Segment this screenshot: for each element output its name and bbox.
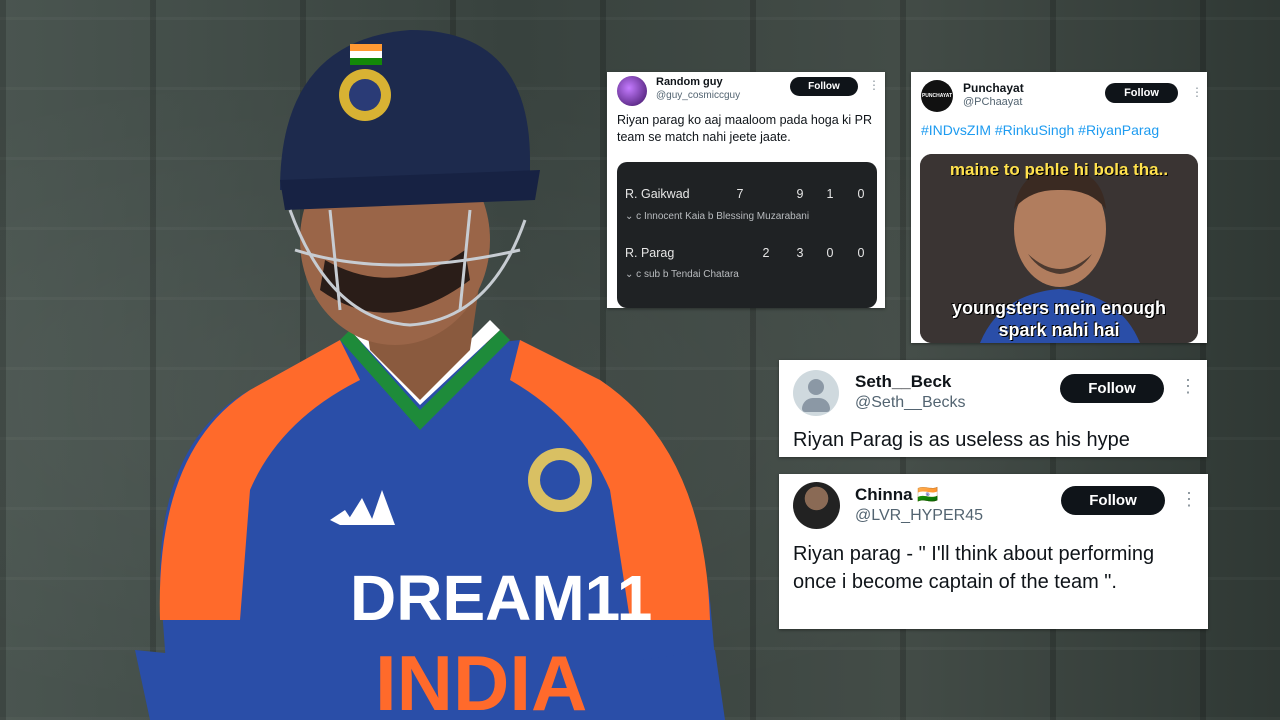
meme-top-caption: maine to pehle hi bola tha..	[949, 160, 1169, 179]
balls: 3	[796, 246, 804, 260]
sixes: 0	[857, 187, 865, 201]
follow-button[interactable]: Follow	[790, 77, 858, 96]
runs: 7	[736, 187, 744, 201]
author-name[interactable]: Chinna 🇮🇳	[855, 485, 939, 505]
author-name[interactable]: Random guy	[656, 76, 723, 88]
author-handle[interactable]: @guy_cosmiccguy	[656, 90, 740, 101]
more-options-icon[interactable]: ⋮	[1180, 489, 1198, 510]
meme-bottom-caption-2: spark nahi hai	[998, 320, 1120, 340]
batter-name: R. Parag	[625, 246, 675, 260]
meme-image: maine to pehle hi bola tha.. youngsters …	[920, 154, 1198, 343]
avatar[interactable]	[793, 370, 839, 416]
dismissal-text: ⌄ c Innocent Kaia b Blessing Muzarabani	[625, 211, 810, 222]
more-options-icon[interactable]: ⋮	[1179, 376, 1197, 397]
follow-button[interactable]: Follow	[1105, 83, 1178, 103]
avatar[interactable]: PUNCHAYAT	[921, 80, 953, 112]
chevron-down-icon[interactable]: ⌄	[625, 269, 633, 280]
avatar[interactable]	[793, 482, 840, 529]
dismissal-text: ⌄ c sub b Tendai Chatara	[625, 269, 739, 280]
batter-name: R. Gaikwad	[625, 187, 690, 201]
fours: 0	[826, 246, 834, 260]
author-name[interactable]: Seth__Beck	[855, 372, 951, 392]
tweet-card-seth-beck: Seth__Beck @Seth__Becks Follow ⋮ Riyan P…	[779, 360, 1207, 457]
chevron-down-icon[interactable]: ⌄	[625, 211, 633, 222]
sixes: 0	[857, 246, 865, 260]
follow-button[interactable]: Follow	[1060, 374, 1164, 403]
jersey-country: INDIA	[375, 639, 587, 720]
tweet-card-random-guy: Random guy @guy_cosmiccguy Follow ⋮ Riya…	[607, 72, 885, 308]
meme-bottom-caption-1: youngsters mein enough	[951, 298, 1167, 318]
runs: 2	[762, 246, 770, 260]
more-options-icon[interactable]: ⋮	[868, 78, 880, 92]
scorecard-image: R. Gaikwad 7 9 1 0 ⌄ c Innocent Kaia b B…	[617, 162, 877, 308]
author-handle[interactable]: @Seth__Becks	[855, 394, 966, 412]
tweet-text: Riyan parag - " I'll think about perform…	[793, 543, 1155, 593]
fours: 1	[826, 187, 834, 201]
author-name[interactable]: Punchayat	[963, 81, 1024, 95]
tweet-card-chinna: Chinna 🇮🇳 @LVR_HYPER45 Follow ⋮ Riyan pa…	[779, 474, 1208, 629]
follow-button[interactable]: Follow	[1061, 486, 1165, 515]
avatar[interactable]	[617, 76, 647, 106]
tweet-text: Riyan Parag is as useless as his hype	[793, 429, 1130, 451]
balls: 9	[796, 187, 804, 201]
tweet-card-punchayat: PUNCHAYAT Punchayat @PChaayat Follow ⋮ #…	[911, 72, 1207, 343]
author-handle[interactable]: @PChaayat	[963, 96, 1022, 108]
hashtags[interactable]: #INDvsZIM #RinkuSingh #RiyanParag	[921, 122, 1159, 138]
jersey-sponsor: DREAM11	[350, 562, 652, 634]
more-options-icon[interactable]: ⋮	[1191, 85, 1203, 99]
tweet-text: Riyan parag ko aaj maaloom pada hoga ki …	[617, 113, 873, 144]
author-handle[interactable]: @LVR_HYPER45	[855, 507, 983, 525]
